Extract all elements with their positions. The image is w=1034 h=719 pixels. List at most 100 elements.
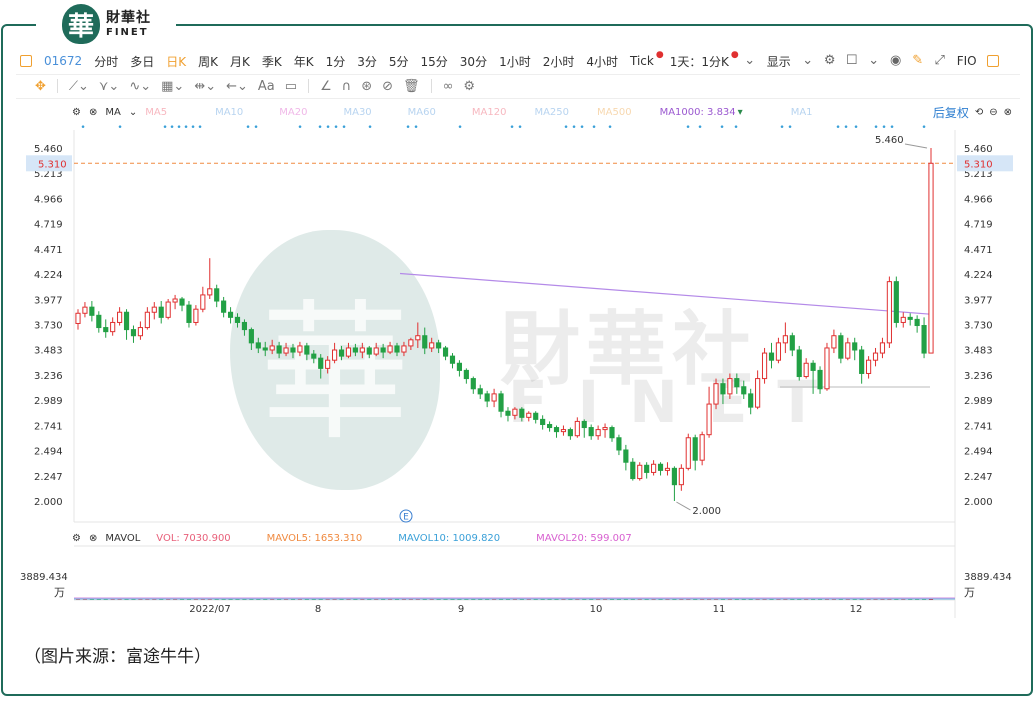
candle-body[interactable] [512, 408, 518, 416]
event-marker[interactable]: • [719, 123, 724, 133]
candle-body[interactable] [144, 311, 150, 329]
candle-body[interactable] [422, 335, 428, 349]
candle-body[interactable] [415, 335, 421, 341]
candle-body[interactable] [595, 429, 601, 437]
candle-body[interactable] [831, 335, 837, 349]
candle-body[interactable] [151, 306, 157, 313]
candle-body[interactable] [866, 359, 872, 374]
candle-body[interactable] [914, 318, 920, 327]
candle-body[interactable] [775, 342, 782, 361]
candle-body[interactable] [741, 386, 747, 395]
candle-body[interactable] [706, 403, 712, 436]
candle-body[interactable] [609, 427, 615, 439]
event-marker[interactable]: • [317, 123, 322, 133]
candle-body[interactable] [526, 412, 532, 418]
candle-body[interactable] [623, 449, 629, 463]
candle-body[interactable] [297, 345, 303, 353]
candle-body[interactable] [352, 347, 358, 353]
candle-body[interactable] [241, 321, 248, 331]
event-marker[interactable]: • [853, 123, 858, 133]
candle-body[interactable] [720, 383, 726, 395]
event-marker[interactable]: • [571, 123, 576, 133]
candle-body[interactable] [872, 352, 879, 361]
candle-body[interactable] [387, 345, 393, 353]
event-marker[interactable]: • [921, 123, 926, 133]
candle-body[interactable] [824, 347, 830, 390]
candle-body[interactable] [179, 298, 185, 306]
candle-body[interactable] [172, 298, 178, 303]
candle-body[interactable] [345, 347, 352, 357]
candle-body[interactable] [907, 316, 913, 320]
candle-body[interactable] [96, 314, 102, 329]
event-marker[interactable]: • [183, 123, 188, 133]
candle-body[interactable] [560, 429, 567, 433]
candle-body[interactable] [921, 325, 927, 354]
candle-body[interactable] [193, 308, 199, 323]
event-marker[interactable]: • [579, 123, 584, 133]
candle-body[interactable] [137, 327, 143, 337]
candle-body[interactable] [581, 420, 587, 429]
candle-body[interactable] [789, 335, 795, 351]
event-marker[interactable]: • [80, 123, 85, 133]
candle-body[interactable] [89, 306, 95, 316]
event-marker[interactable]: • [835, 123, 840, 133]
candle-body[interactable] [692, 437, 698, 461]
event-marker[interactable]: • [733, 123, 738, 133]
candle-body[interactable] [366, 347, 372, 355]
candle-body[interactable] [130, 329, 137, 337]
candle-body[interactable] [574, 420, 580, 437]
event-marker[interactable]: • [563, 123, 568, 133]
candle-body[interactable] [886, 281, 892, 344]
candle-body[interactable] [803, 362, 809, 378]
candle-body[interactable] [782, 335, 788, 344]
candle-body[interactable] [359, 347, 365, 353]
candle-body[interactable] [401, 345, 407, 353]
candle-body[interactable] [207, 288, 213, 296]
candle-body[interactable] [373, 347, 379, 355]
candle-body[interactable] [713, 383, 719, 405]
candle-body[interactable] [657, 463, 664, 471]
event-marker[interactable]: • [457, 123, 462, 133]
candle-body[interactable] [761, 352, 768, 380]
candle-body[interactable] [699, 434, 705, 461]
event-marker[interactable]: • [517, 123, 522, 133]
event-marker[interactable]: • [325, 123, 330, 133]
event-marker[interactable]: • [881, 123, 886, 133]
candlestick-chart[interactable]: 5.460 5.4605.213 5.2134.966 4.9664.719 4.719… [0, 0, 1034, 719]
candle-body[interactable] [248, 329, 254, 344]
candle-body[interactable] [283, 347, 289, 354]
candle-body[interactable] [519, 408, 525, 418]
candle-body[interactable] [845, 342, 851, 359]
event-marker[interactable]: • [176, 123, 181, 133]
event-marker[interactable]: • [413, 123, 418, 133]
candle-body[interactable] [380, 347, 386, 353]
candle-body[interactable] [893, 281, 899, 323]
event-marker[interactable]: • [405, 123, 410, 133]
event-marker[interactable]: • [190, 123, 195, 133]
candle-body[interactable] [768, 352, 775, 361]
candle-body[interactable] [276, 345, 282, 354]
candle-body[interactable] [442, 347, 449, 357]
candle-body[interactable] [470, 378, 476, 390]
event-marker[interactable]: • [889, 123, 894, 133]
event-marker[interactable]: • [697, 123, 702, 133]
candle-body[interactable] [449, 355, 456, 364]
candle-body[interactable] [117, 311, 123, 323]
event-marker[interactable]: • [843, 123, 848, 133]
candle-body[interactable] [588, 427, 594, 437]
candle-body[interactable] [630, 461, 636, 480]
candle-body[interactable] [408, 339, 414, 347]
candle-body[interactable] [859, 349, 865, 374]
candle-body[interactable] [644, 464, 650, 473]
candle-body[interactable] [123, 311, 130, 331]
candle-body[interactable] [436, 342, 442, 349]
candle-body[interactable] [311, 353, 317, 359]
event-marker[interactable]: • [367, 123, 372, 133]
candle-body[interactable] [546, 423, 553, 429]
event-marker[interactable]: • [333, 123, 338, 133]
event-marker[interactable]: • [117, 123, 122, 133]
candle-body[interactable] [338, 349, 345, 357]
event-marker[interactable]: • [787, 123, 792, 133]
candle-body[interactable] [664, 467, 671, 471]
event-marker[interactable]: • [685, 123, 690, 133]
